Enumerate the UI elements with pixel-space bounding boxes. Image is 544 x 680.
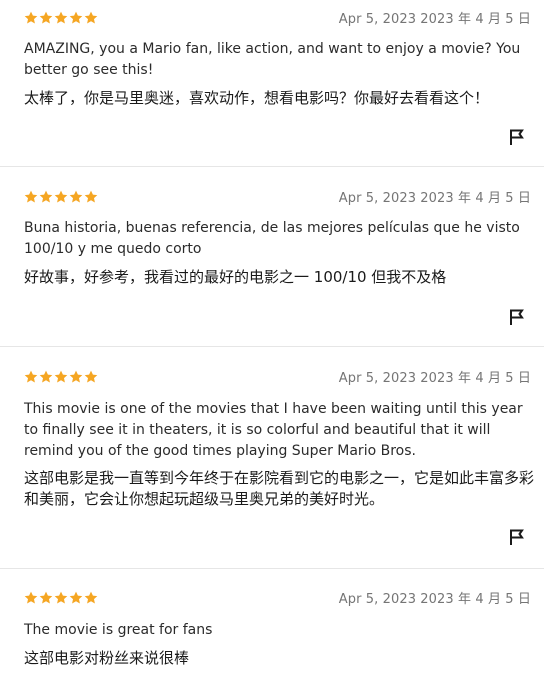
review-card: Apr 5, 2023 2023 年 4 月 5 日 Buna historia…: [0, 167, 544, 347]
report-flag-button[interactable]: [508, 308, 526, 326]
star-icon: [69, 591, 83, 604]
review-original-text: AMAZING, you a Mario fan, like action, a…: [24, 41, 521, 78]
review-translated-text: 这部电影是我一直等到今年终于在影院看到它的电影之一，它是如此丰富多彩和美丽，它会…: [24, 469, 535, 508]
star-icon: [39, 591, 53, 604]
review-date: Apr 5, 2023 2023 年 4 月 5 日: [338, 592, 531, 607]
review-original-text: This movie is one of the movies that I h…: [24, 401, 523, 459]
review-card: Apr 5, 2023 2023 年 4 月 5 日 This movie is…: [0, 347, 544, 569]
review-original-text: Buna historia, buenas referencia, de las…: [24, 220, 520, 257]
star-icon: [54, 190, 68, 203]
review-translated-text: 好故事，好参考，我看过的最好的电影之一 100/10 但我不及格: [24, 268, 447, 286]
review-card: Apr 5, 2023 2023 年 4 月 5 日 AMAZING, you …: [0, 0, 544, 167]
star-icon: [84, 190, 98, 203]
flag-icon: [510, 129, 524, 145]
star-icon: [24, 190, 38, 203]
star-icon: [54, 591, 68, 604]
review-translated-text: 这部电影对粉丝来说很棒: [24, 649, 190, 667]
flag-icon: [510, 529, 524, 545]
review-original-text: The movie is great for fans: [24, 622, 213, 638]
star-icon: [24, 591, 38, 604]
star-rating: [24, 11, 98, 25]
review-card: Apr 5, 2023 2023 年 4 月 5 日 The movie is …: [0, 569, 544, 680]
star-icon: [69, 11, 83, 24]
report-flag-button[interactable]: [508, 528, 526, 546]
star-icon: [39, 11, 53, 24]
review-date: Apr 5, 2023 2023 年 4 月 5 日: [338, 12, 531, 27]
star-icon: [54, 11, 68, 24]
star-icon: [24, 370, 38, 383]
review-list: Apr 5, 2023 2023 年 4 月 5 日 AMAZING, you …: [0, 0, 544, 680]
flag-icon: [510, 309, 524, 325]
report-flag-button[interactable]: [508, 128, 526, 146]
star-icon: [39, 190, 53, 203]
star-icon: [84, 11, 98, 24]
review-date: Apr 5, 2023 2023 年 4 月 5 日: [338, 191, 531, 206]
review-translated-text: 太棒了，你是马里奥迷，喜欢动作，想看电影吗？你最好去看看这个！: [24, 89, 490, 107]
star-icon: [84, 370, 98, 383]
star-rating: [24, 591, 98, 605]
star-icon: [24, 11, 38, 24]
star-rating: [24, 370, 98, 384]
star-icon: [84, 591, 98, 604]
star-icon: [54, 370, 68, 383]
review-date: Apr 5, 2023 2023 年 4 月 5 日: [338, 371, 531, 386]
star-icon: [69, 190, 83, 203]
star-rating: [24, 190, 98, 204]
star-icon: [69, 370, 83, 383]
star-icon: [39, 370, 53, 383]
